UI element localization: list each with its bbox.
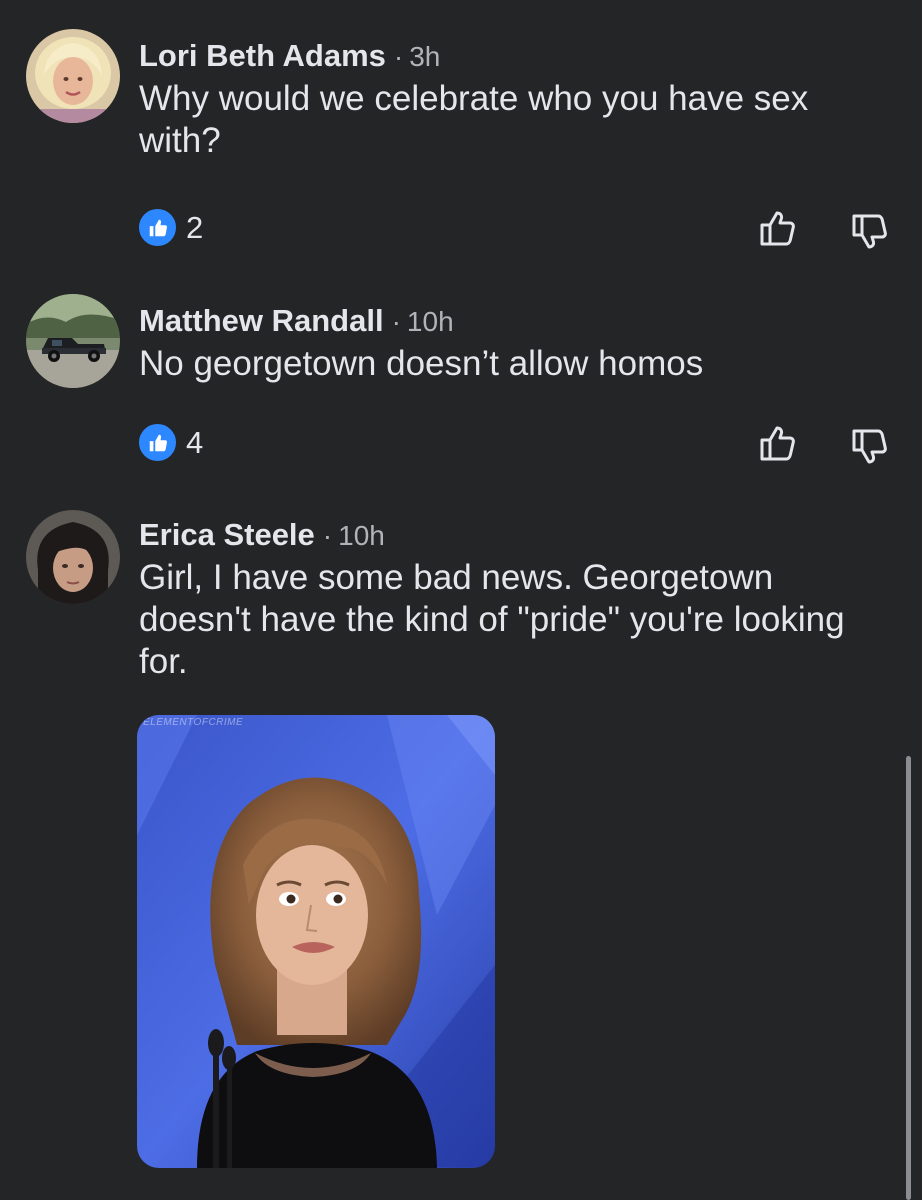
thumbs-up-icon [137,422,178,463]
comment-text: Why would we celebrate who you have sex … [139,79,809,160]
like-count: 2 [186,209,204,245]
reaction-summary[interactable]: 4 [137,422,203,463]
meta-separator: · [391,306,401,337]
comment-author[interactable]: Erica Steele [139,517,315,553]
comment-text: Girl, I have some bad news. Georgetown d… [139,558,845,681]
comment-timestamp[interactable]: 10h [338,520,385,552]
upvote-icon[interactable] [756,421,800,465]
comment-author[interactable]: Matthew Randall [139,303,384,339]
like-count: 4 [186,424,204,460]
reaction-summary[interactable]: 2 [137,207,203,248]
upvote-icon[interactable] [756,206,800,250]
downvote-icon[interactable] [848,425,892,469]
avatar[interactable] [26,294,120,388]
gif-watermark: ELEMENTOFCRIME [143,717,244,728]
gif-image [137,715,495,1168]
scrollbar[interactable] [906,756,911,1200]
comment-text: No georgetown doesn’t allow homos [139,344,704,383]
comment-timestamp[interactable]: 3h [409,41,440,73]
thumbs-up-icon [137,207,178,248]
avatar[interactable] [26,510,120,604]
meta-separator: · [322,520,333,551]
downvote-icon[interactable] [848,210,892,254]
avatar[interactable] [26,29,120,123]
gif-attachment[interactable]: ELEMENTOFCRIME [137,715,495,1168]
comment-author[interactable]: Lori Beth Adams [139,38,386,74]
comment-timestamp[interactable]: 10h [407,306,454,338]
meta-separator: · [393,41,404,72]
